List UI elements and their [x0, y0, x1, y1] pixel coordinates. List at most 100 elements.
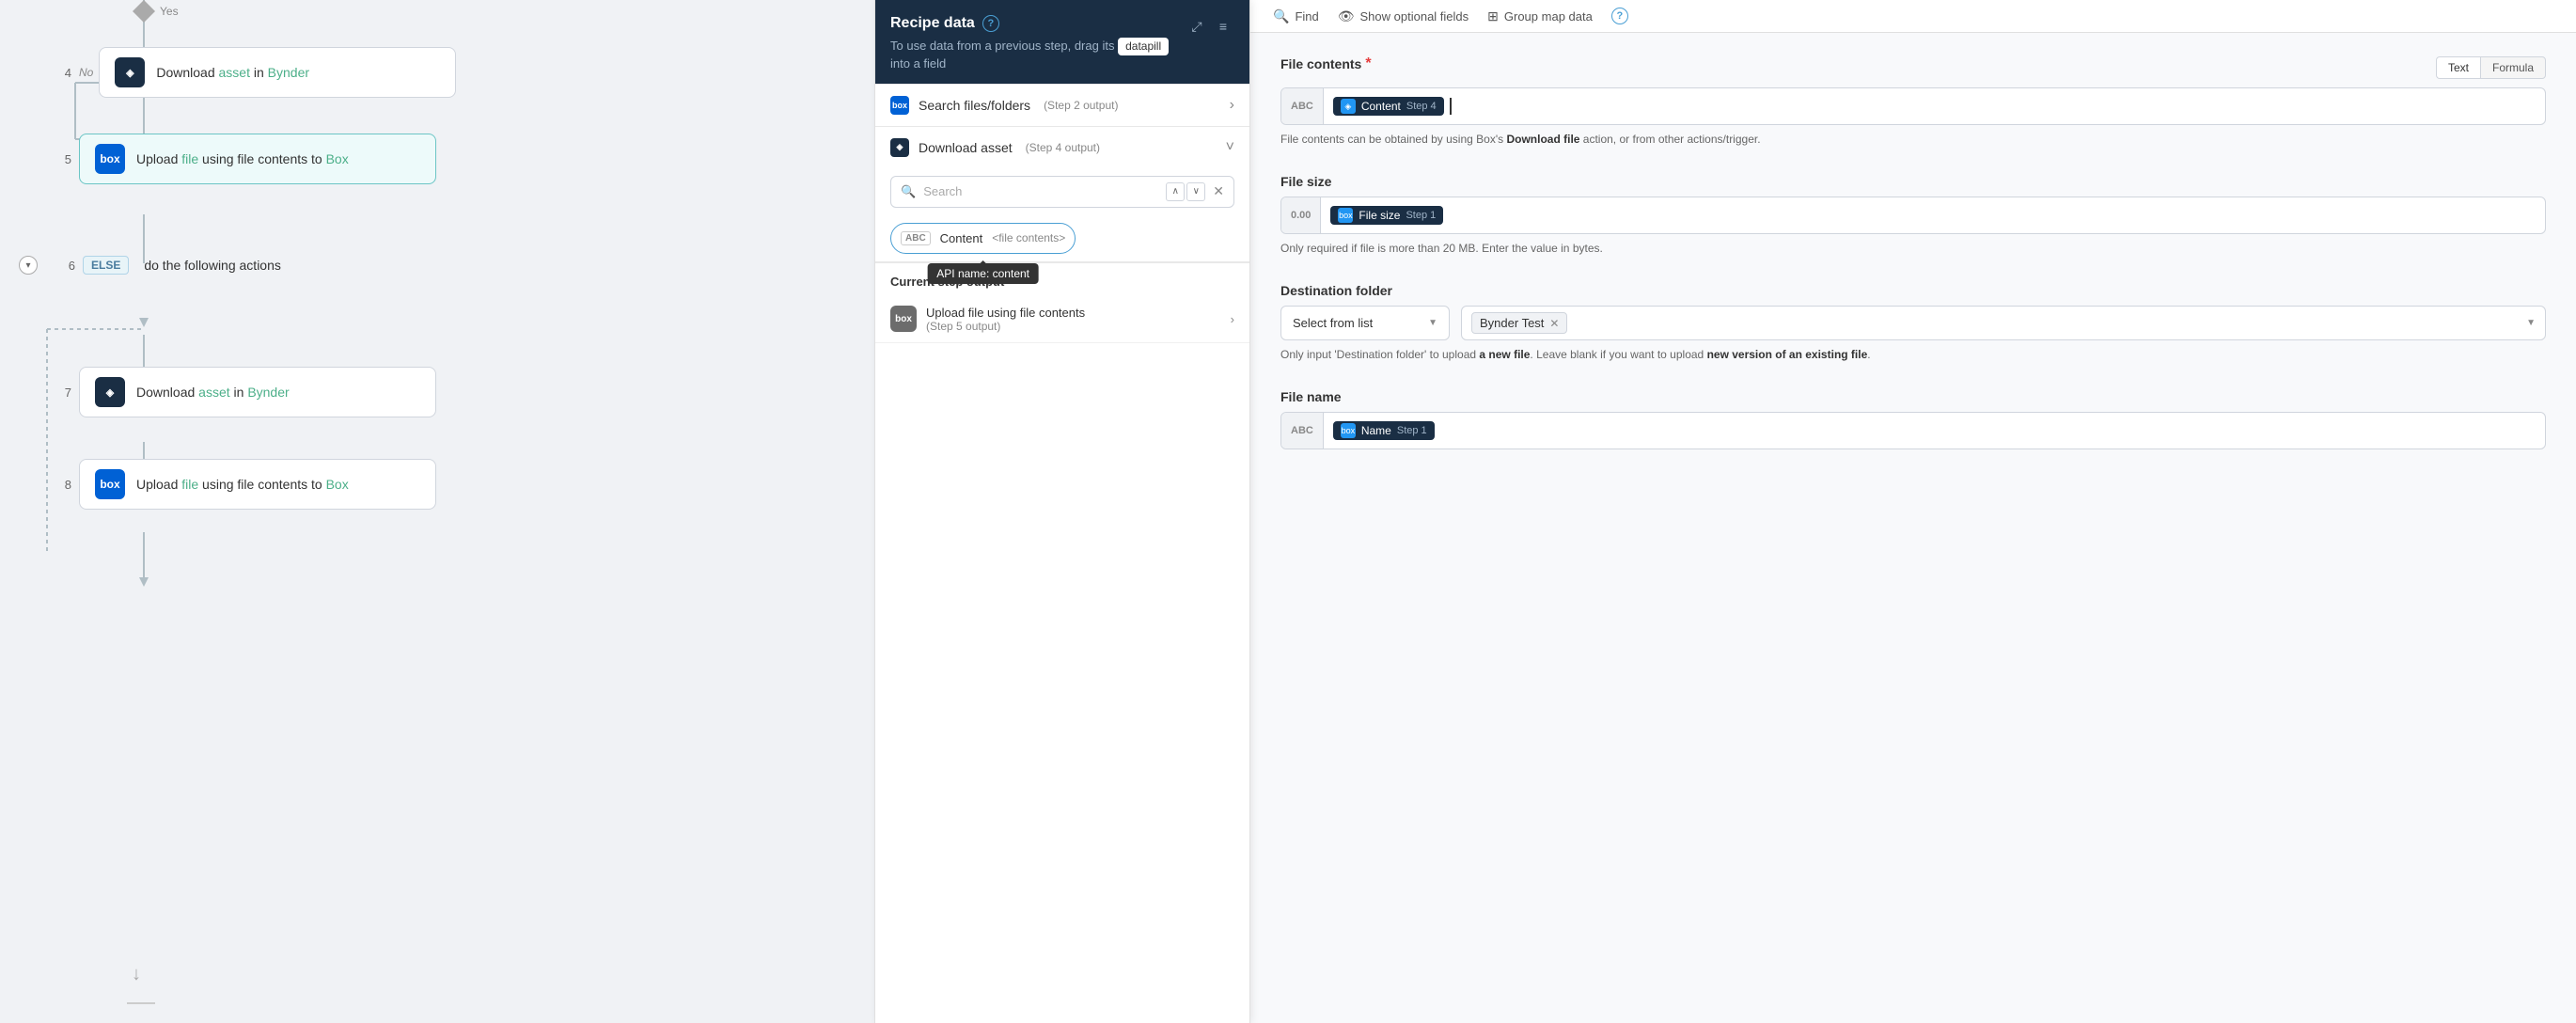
subtitle-after: into a field [890, 56, 946, 71]
step-6-number: 6 [45, 259, 83, 273]
destination-folder-label-text: Destination folder [1280, 283, 1392, 298]
group-map-label: Group map data [1504, 9, 1593, 24]
group-map-btn[interactable]: ⊞ Group map data [1487, 8, 1593, 24]
step-5-block[interactable]: box Upload file using file contents to B… [79, 134, 436, 184]
step-5-row: 5 box Upload file using file contents to… [41, 134, 436, 184]
show-optional-btn[interactable]: 👁 Show optional fields [1338, 8, 1469, 24]
search-files-title: Search files/folders [919, 98, 1030, 113]
select-from-list-text: Select from list [1293, 316, 1421, 330]
recipe-panel-subtitle: To use data from a previous step, drag i… [890, 38, 1186, 72]
group-map-icon: ⊞ [1487, 8, 1499, 24]
file-name-pill-area[interactable]: box Name Step 1 [1324, 413, 2545, 449]
step-4-branch: No [79, 66, 93, 79]
dest-hint-strong1: a new file [1479, 348, 1530, 361]
download-asset-header[interactable]: ◈ Download asset (Step 4 output) ˅ [875, 127, 1249, 168]
destination-folder-field: Destination folder Select from list ▼ By… [1280, 283, 2546, 363]
editor-help-icon[interactable]: ? [1611, 8, 1628, 24]
find-btn[interactable]: 🔍 Find [1273, 8, 1319, 24]
formula-toggle-btn[interactable]: Formula [2480, 56, 2546, 79]
datapill-desc: <file contents> [992, 231, 1065, 244]
settings-btn[interactable]: ≡ [1212, 15, 1234, 38]
dest-hint-strong2: new version of an existing file [1707, 348, 1868, 361]
step-4-row: 4 No ◈ Download asset in Bynder [41, 47, 456, 98]
recipe-panel-title: Recipe data ? [890, 15, 1186, 32]
recipe-help-icon[interactable]: ? [982, 15, 999, 32]
expand-panel-btn[interactable]: ⤢ [1186, 15, 1208, 38]
file-contents-pill-area[interactable]: ◈ Content Step 4 [1324, 88, 2545, 124]
search-icon: 🔍 [901, 184, 916, 199]
file-contents-hint: File contents can be obtained by using B… [1280, 131, 2546, 148]
file-size-field: File size 0.00 box File size Step 1 Only… [1280, 174, 2546, 257]
step-6-collapse[interactable]: ▾ [19, 256, 38, 275]
download-asset-section: ◈ Download asset (Step 4 output) ˅ 🔍 ∧ ∨… [875, 127, 1249, 262]
step-8-block[interactable]: box Upload file using file contents to B… [79, 459, 436, 510]
download-asset-subtitle: (Step 4 output) [1026, 141, 1100, 154]
file-contents-type-badge: ABC [1281, 88, 1324, 124]
step-5-output-icon: box [890, 306, 917, 332]
datapill-badge: datapill [1118, 38, 1169, 55]
datapill-wrapper: ABC Content <file contents> API name: co… [890, 223, 1076, 254]
search-nav-btns: ∧ ∨ [1166, 182, 1205, 201]
destination-folder-tag-input[interactable]: Bynder Test ✕ ▼ [1461, 306, 2546, 340]
file-size-input-row: 0.00 box File size Step 1 [1280, 197, 2546, 234]
file-size-pill-area[interactable]: box File size Step 1 [1321, 197, 2545, 233]
content-datapill[interactable]: ABC Content <file contents> [890, 223, 1076, 254]
name-pill-icon: box [1341, 423, 1356, 438]
content-pill-name: Content [1361, 100, 1401, 113]
tag-remove-btn[interactable]: ✕ [1549, 317, 1559, 330]
text-toggle-btn[interactable]: Text [2436, 56, 2480, 79]
step-7-icon: ◈ [95, 377, 125, 407]
datapill-tooltip: API name: content [927, 263, 1039, 284]
dest-hint-mid: . Leave blank if you want to upload [1530, 348, 1706, 361]
step-8-icon: box [95, 469, 125, 499]
step-5-link2: Box [326, 151, 349, 166]
step-6-text: do the following actions [144, 258, 281, 273]
step-7-block[interactable]: ◈ Download asset in Bynder [79, 367, 436, 417]
file-contents-label-text: File contents [1280, 56, 1361, 71]
search-close-btn[interactable]: ✕ [1213, 183, 1224, 199]
destination-folder-hint: Only input 'Destination folder' to uploa… [1280, 346, 2546, 363]
file-size-pill-name: File size [1359, 209, 1400, 222]
content-pill: ◈ Content Step 4 [1333, 97, 1444, 116]
step-7-link2: Bynder [247, 385, 289, 400]
recipe-panel-controls: ⤢ ≡ [1186, 15, 1234, 38]
step-8-text: Upload file using file contents to Box [136, 477, 349, 492]
step-7-link1: asset [198, 385, 229, 400]
step-5-output-item[interactable]: box Upload file using file contents (Ste… [875, 296, 1249, 343]
dest-hint-after: . [1867, 348, 1870, 361]
file-contents-required: * [1365, 55, 1371, 72]
bottom-arrow: ↓ [132, 964, 141, 985]
content-pill-step: Step 4 [1406, 101, 1437, 112]
step-4-text: Download asset in Bynder [156, 65, 309, 80]
step-8-link1: file [181, 477, 198, 492]
destination-folder-select[interactable]: Select from list ▼ [1280, 306, 1450, 340]
search-files-header[interactable]: box Search files/folders (Step 2 output)… [875, 85, 1249, 126]
editor-content: File contents * Text Formula ABC ◈ Conte… [1250, 33, 2576, 1023]
find-icon: 🔍 [1273, 8, 1289, 24]
step-6-row: ▾ 6 ELSE do the following actions [19, 256, 281, 275]
file-contents-label: File contents * [1280, 55, 1372, 72]
search-next-btn[interactable]: ∨ [1186, 182, 1205, 201]
step-5-chevron[interactable]: › [1231, 312, 1234, 326]
search-files-chevron[interactable]: › [1230, 97, 1234, 114]
file-size-pill-icon: box [1338, 208, 1353, 223]
eye-icon: 👁 [1338, 8, 1355, 24]
file-contents-field: File contents * Text Formula ABC ◈ Conte… [1280, 55, 2546, 148]
file-size-pill: box File size Step 1 [1330, 206, 1443, 225]
search-prev-btn[interactable]: ∧ [1166, 182, 1185, 201]
file-size-number-badge: 0.00 [1281, 197, 1321, 233]
step-7-row: 7 ◈ Download asset in Bynder [41, 367, 436, 417]
step-5-output-title: Upload file using file contents [926, 306, 1085, 320]
recipe-panel-title-text: Recipe data [890, 15, 975, 32]
step-4-link1: asset [219, 65, 250, 80]
step-6-else-badge: ELSE [83, 256, 129, 275]
search-files-left: box Search files/folders (Step 2 output) [890, 96, 1118, 115]
tag-dropdown-arrow[interactable]: ▼ [2526, 318, 2536, 328]
datapill-search-input[interactable] [923, 184, 1158, 198]
hint-before: File contents can be obtained by using B… [1280, 133, 1506, 146]
show-optional-label: Show optional fields [1360, 9, 1469, 24]
step-4-link2: Bynder [268, 65, 309, 80]
datapill-type: ABC [901, 231, 931, 245]
step-4-block[interactable]: ◈ Download asset in Bynder [99, 47, 456, 98]
download-asset-chevron[interactable]: ˅ [1226, 139, 1234, 156]
